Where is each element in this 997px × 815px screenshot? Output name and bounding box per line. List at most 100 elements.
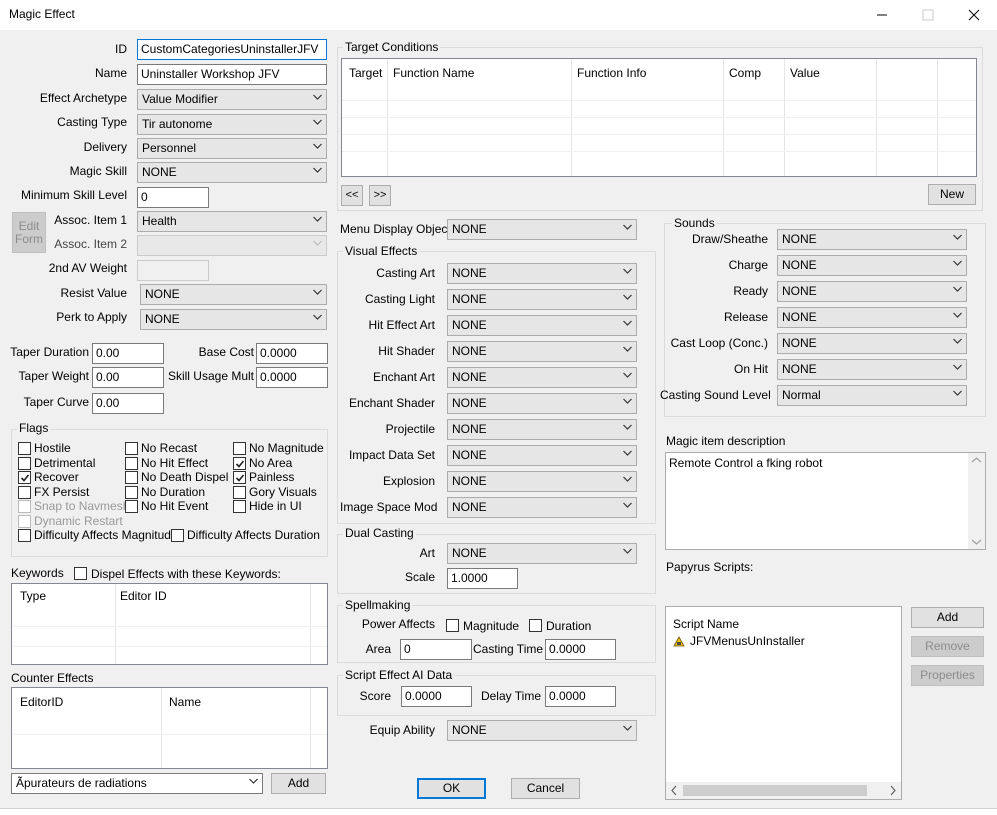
ready-dropdown[interactable]: NONE bbox=[777, 281, 967, 302]
hide-in-ui-checkbox[interactable] bbox=[233, 500, 246, 514]
ok-button[interactable]: OK bbox=[417, 778, 486, 799]
recover-checkbox[interactable] bbox=[18, 471, 31, 485]
no-death-dispel-checkbox[interactable] bbox=[125, 471, 138, 485]
magic-item-description-field[interactable]: Remote Control a fking robot bbox=[665, 452, 986, 550]
no-area-checkbox[interactable] bbox=[233, 456, 246, 470]
dispel-keywords-checkbox[interactable] bbox=[74, 567, 87, 580]
id-field[interactable]: CustomCategoriesUninstallerJFV bbox=[137, 39, 327, 60]
impact-data-set-dropdown[interactable]: NONE bbox=[447, 445, 637, 466]
papyrus-scripts-list[interactable]: Script Name JFVMenusUnInstaller bbox=[665, 606, 902, 800]
no-magnitude-checkbox[interactable] bbox=[233, 442, 246, 455]
casting-art-dropdown[interactable]: NONE bbox=[447, 263, 637, 284]
remove-script-button[interactable]: Remove bbox=[911, 636, 984, 657]
casting-type-dropdown[interactable]: Tir autonome bbox=[137, 114, 327, 135]
casting-type-label: Casting Type bbox=[57, 115, 127, 129]
close-button[interactable] bbox=[951, 0, 997, 30]
no-recast-checkbox[interactable] bbox=[125, 442, 138, 455]
prev-button[interactable]: << bbox=[341, 185, 363, 206]
background-window-strip bbox=[0, 808, 997, 815]
taper-weight-field[interactable]: 0.00 bbox=[92, 367, 164, 388]
no-duration-checkbox[interactable] bbox=[125, 485, 138, 499]
scripts-horizontal-scrollbar[interactable] bbox=[666, 782, 901, 799]
edit-form-button[interactable]: Edit Form bbox=[12, 212, 46, 253]
perk-to-apply-dropdown[interactable]: NONE bbox=[140, 309, 327, 330]
equip-ability-dropdown[interactable]: NONE bbox=[447, 720, 637, 741]
image-space-mod-dropdown[interactable]: NONE bbox=[447, 497, 637, 518]
next-button[interactable]: >> bbox=[369, 185, 391, 206]
description-scrollbar[interactable] bbox=[968, 453, 985, 549]
difficulty-affects-magnitude-checkbox[interactable] bbox=[18, 529, 31, 542]
delay-time-field[interactable]: 0.0000 bbox=[545, 686, 616, 707]
counter-effects-list[interactable]: EditorID Name bbox=[11, 687, 328, 769]
score-field[interactable]: 0.0000 bbox=[401, 686, 472, 707]
enchant-art-dropdown[interactable]: NONE bbox=[447, 367, 637, 388]
add-script-button[interactable]: Add bbox=[911, 607, 984, 628]
charge-value: NONE bbox=[782, 258, 817, 272]
magic-skill-dropdown[interactable]: NONE bbox=[137, 162, 327, 183]
name-field[interactable]: Uninstaller Workshop JFV bbox=[137, 64, 327, 85]
gory-visuals-checkbox[interactable] bbox=[233, 485, 246, 499]
2nd-av-weight-field[interactable] bbox=[137, 260, 209, 281]
casting-time-field[interactable]: 0.0000 bbox=[545, 639, 616, 660]
magic-skill-value: NONE bbox=[142, 165, 177, 179]
explosion-dropdown[interactable]: NONE bbox=[447, 471, 637, 492]
minimize-button[interactable] bbox=[859, 0, 905, 30]
counter-add-button[interactable]: Add bbox=[271, 773, 326, 794]
skill-usage-mult-field[interactable]: 0.0000 bbox=[256, 367, 328, 388]
cast-loop-conc-dropdown[interactable]: NONE bbox=[777, 333, 967, 354]
taper-curve-field[interactable]: 0.00 bbox=[92, 393, 164, 414]
assoc-item-1-dropdown[interactable]: Health bbox=[137, 211, 327, 232]
delivery-dropdown[interactable]: Personnel bbox=[137, 138, 327, 159]
dynamic-restart-checkbox[interactable] bbox=[18, 515, 31, 528]
magnitude-checkbox[interactable] bbox=[446, 619, 459, 632]
charge-dropdown[interactable]: NONE bbox=[777, 255, 967, 276]
casting-sound-level-dropdown[interactable]: Normal bbox=[777, 385, 967, 406]
target-conditions-table[interactable]: Target Function Name Function Info Comp … bbox=[341, 58, 977, 177]
no-hit-effect-checkbox[interactable] bbox=[125, 456, 138, 470]
keywords-list[interactable]: Type Editor ID bbox=[11, 583, 328, 665]
col-value: Value bbox=[790, 66, 820, 80]
painless-checkbox[interactable] bbox=[233, 471, 246, 485]
dual-art-dropdown[interactable]: NONE bbox=[447, 543, 637, 564]
dual-scale-field[interactable]: 1.0000 bbox=[447, 568, 518, 589]
assoc-item-2-dropdown[interactable] bbox=[137, 235, 327, 256]
chevron-down-icon bbox=[623, 223, 632, 231]
taper-weight-label: Taper Weight bbox=[18, 369, 89, 383]
properties-script-button[interactable]: Properties bbox=[911, 665, 984, 686]
taper-duration-field[interactable]: 0.00 bbox=[92, 343, 164, 364]
effect-archetype-dropdown[interactable]: Value Modifier bbox=[137, 89, 327, 110]
base-cost-label: Base Cost bbox=[198, 345, 254, 359]
hostile-checkbox[interactable] bbox=[18, 442, 31, 455]
release-dropdown[interactable]: NONE bbox=[777, 307, 967, 328]
hostile-label: Hostile bbox=[34, 441, 71, 455]
fx-persist-checkbox[interactable] bbox=[18, 485, 31, 499]
projectile-dropdown[interactable]: NONE bbox=[447, 419, 637, 440]
menu-display-object-value: NONE bbox=[452, 222, 487, 236]
enchant-shader-dropdown[interactable]: NONE bbox=[447, 393, 637, 414]
menu-display-object-dropdown[interactable]: NONE bbox=[447, 219, 637, 240]
base-cost-field[interactable]: 0.0000 bbox=[256, 343, 328, 364]
maximize-button[interactable] bbox=[905, 0, 951, 30]
new-condition-button[interactable]: New bbox=[928, 184, 976, 205]
script-icon bbox=[673, 636, 685, 647]
casting-light-dropdown[interactable]: NONE bbox=[447, 289, 637, 310]
duration-checkbox[interactable] bbox=[529, 619, 542, 632]
hit-shader-dropdown[interactable]: NONE bbox=[447, 341, 637, 362]
counter-effect-combo[interactable]: Ãpurateurs de radiations bbox=[11, 773, 263, 794]
detrimental-checkbox[interactable] bbox=[18, 456, 31, 470]
script-item[interactable]: JFVMenusUnInstaller bbox=[672, 634, 805, 648]
snap-to-navmesh-checkbox[interactable] bbox=[18, 500, 31, 514]
draw-sheathe-dropdown[interactable]: NONE bbox=[777, 229, 967, 250]
no-hit-event-label: No Hit Event bbox=[141, 499, 209, 514]
difficulty-affects-duration-checkbox[interactable] bbox=[171, 529, 184, 542]
no-hit-event-checkbox[interactable] bbox=[125, 500, 138, 514]
hit-effect-art-dropdown[interactable]: NONE bbox=[447, 315, 637, 336]
min-skill-field[interactable]: 0 bbox=[137, 187, 209, 208]
gory-visuals-label: Gory Visuals bbox=[249, 484, 317, 499]
resist-value-dropdown[interactable]: NONE bbox=[140, 284, 327, 305]
area-field[interactable]: 0 bbox=[400, 639, 472, 660]
row-divider bbox=[342, 134, 976, 135]
hit-effect-art-label: Hit Effect Art bbox=[368, 318, 435, 332]
cancel-button[interactable]: Cancel bbox=[511, 778, 580, 799]
on-hit-dropdown[interactable]: NONE bbox=[777, 359, 967, 380]
